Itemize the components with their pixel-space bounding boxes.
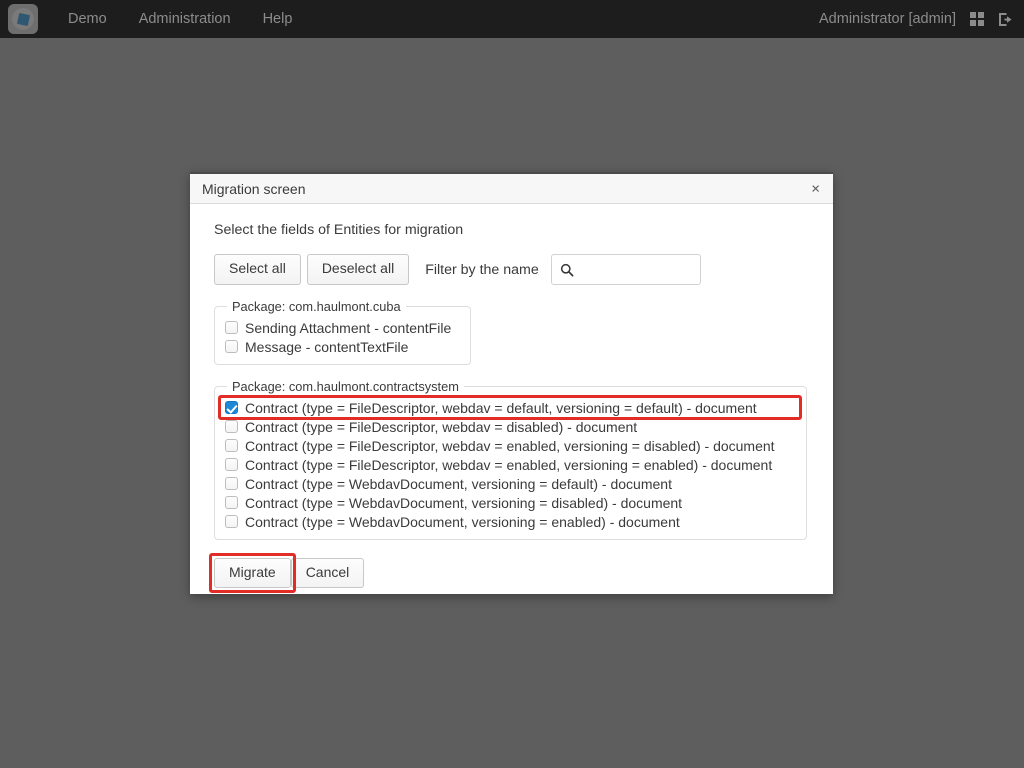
dialog-subtitle: Select the fields of Entities for migrat… xyxy=(214,222,464,238)
package-group-legend: Package: com.haulmont.cuba xyxy=(232,299,401,314)
main-menu: Demo Administration Help xyxy=(52,0,308,38)
menu-item-help[interactable]: Help xyxy=(247,0,309,38)
selection-toolbar: Select all Deselect all Filter by the na… xyxy=(214,254,809,285)
entity-field-row[interactable]: Message - contentTextFile xyxy=(225,337,460,356)
package-group-legend: Package: com.haulmont.contractsystem xyxy=(232,379,459,394)
search-field-wrapper xyxy=(550,254,701,285)
entity-field-label: Contract (type = FileDescriptor, webdav … xyxy=(245,418,638,435)
entity-field-label: Message - contentTextFile xyxy=(245,338,409,355)
entity-field-checkbox[interactable] xyxy=(225,477,238,490)
entity-field-row[interactable]: Sending Attachment - contentFile xyxy=(225,318,460,337)
current-user-label: Administrator [admin] xyxy=(819,11,956,27)
entity-field-row[interactable]: Contract (type = FileDescriptor, webdav … xyxy=(225,455,796,474)
select-all-button[interactable]: Select all xyxy=(214,254,301,285)
migrate-button-wrapper: Migrate xyxy=(209,553,296,594)
entity-field-checkbox[interactable] xyxy=(225,458,238,471)
logout-glyph xyxy=(999,12,1012,26)
filter-label: Filter by the name xyxy=(425,261,539,278)
entity-field-row[interactable]: Contract (type = WebdavDocument, version… xyxy=(225,474,796,493)
close-icon[interactable]: × xyxy=(807,179,824,198)
entity-field-row[interactable]: Contract (type = WebdavDocument, version… xyxy=(225,493,796,512)
entity-field-label: Contract (type = WebdavDocument, version… xyxy=(245,513,680,530)
dialog-body: Select the fields of Entities for migrat… xyxy=(190,204,833,594)
app-logo-icon[interactable] xyxy=(8,4,38,34)
deselect-all-button[interactable]: Deselect all xyxy=(306,254,410,285)
entity-field-label: Contract (type = FileDescriptor, webdav … xyxy=(245,399,757,416)
migrate-button[interactable]: Migrate xyxy=(214,558,291,589)
grid-cell xyxy=(970,12,976,18)
menu-item-demo[interactable]: Demo xyxy=(52,0,123,38)
grid-apps-glyph xyxy=(970,12,984,26)
package-group-contractsystem: Package: com.haulmont.contractsystem Con… xyxy=(214,379,807,540)
entity-field-checkbox[interactable] xyxy=(225,496,238,509)
logout-icon[interactable] xyxy=(998,12,1014,27)
entity-field-label: Contract (type = WebdavDocument, version… xyxy=(245,475,672,492)
entity-field-checkbox[interactable] xyxy=(225,321,238,334)
dialog-title: Migration screen xyxy=(202,180,306,197)
package-group-cuba: Package: com.haulmont.cuba Sending Attac… xyxy=(214,299,471,365)
entity-field-row-selected[interactable]: Contract (type = FileDescriptor, webdav … xyxy=(218,395,802,420)
entity-field-checkbox[interactable] xyxy=(225,515,238,528)
grid-cell xyxy=(970,20,976,26)
entity-field-label: Sending Attachment - contentFile xyxy=(245,319,452,336)
entity-field-label: Contract (type = WebdavDocument, version… xyxy=(245,494,683,511)
grid-cell xyxy=(978,20,984,26)
entity-field-label: Contract (type = FileDescriptor, webdav … xyxy=(245,456,773,473)
dialog-footer: Migrate Cancel xyxy=(209,553,809,594)
entity-field-label: Contract (type = FileDescriptor, webdav … xyxy=(245,437,775,454)
entity-field-row[interactable]: Contract (type = FileDescriptor, webdav … xyxy=(225,417,796,436)
migration-screen-dialog: Migration screen × Select the fields of … xyxy=(190,172,833,594)
entity-field-row[interactable]: Contract (type = FileDescriptor, webdav … xyxy=(225,436,796,455)
grid-apps-icon[interactable] xyxy=(970,12,984,26)
grid-cell xyxy=(978,12,984,18)
search-input[interactable] xyxy=(550,254,701,285)
topbar-user-area: Administrator [admin] xyxy=(819,0,1014,38)
entity-field-row[interactable]: Contract (type = WebdavDocument, version… xyxy=(225,512,796,531)
entity-field-checkbox[interactable] xyxy=(225,340,238,353)
entity-field-checkbox[interactable] xyxy=(225,439,238,452)
menu-item-administration[interactable]: Administration xyxy=(123,0,247,38)
entity-field-checkbox[interactable] xyxy=(225,401,238,414)
top-navigation-bar: Demo Administration Help Administrator [… xyxy=(0,0,1024,38)
logo-diamond-shape xyxy=(16,12,30,26)
entity-field-checkbox[interactable] xyxy=(225,420,238,433)
dialog-header: Migration screen × xyxy=(190,174,833,204)
cancel-button[interactable]: Cancel xyxy=(290,558,365,589)
